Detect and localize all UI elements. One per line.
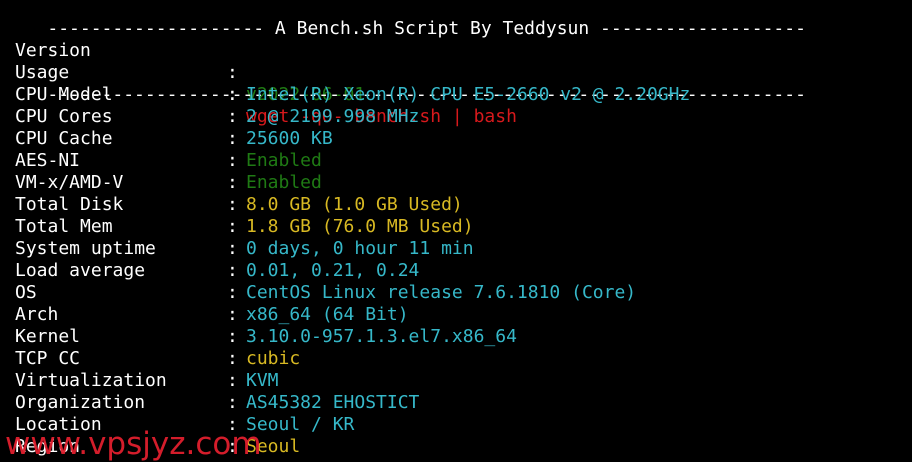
row-value: x86_64 (64 Bit): [246, 304, 409, 325]
header-line: -------------------- A Bench.sh Script B…: [4, 0, 806, 39]
info-row-total-disk: Total Disk:8.0 GB (1.0 GB Used): [4, 194, 904, 216]
row-label: Arch: [15, 304, 59, 325]
info-row-total-mem: Total Mem:1.8 GB (76.0 MB Used): [4, 216, 904, 238]
row-label: CPU Cores: [15, 106, 113, 127]
row-separator: :: [227, 392, 238, 413]
row-value: 25600 KB: [246, 128, 333, 149]
info-row-vm-x-amd-v: VM-x/AMD-V: Enabled: [4, 172, 904, 194]
row-label: System uptime: [15, 238, 156, 259]
row-value: 1.8 GB (76.0 MB Used): [246, 216, 474, 237]
info-row-version: Version : v2022-06-01: [4, 18, 904, 105]
row-label: AES-NI: [15, 150, 81, 171]
row-separator: :: [227, 128, 238, 149]
row-value: 2 @ 2199.998 MHz: [246, 106, 420, 127]
info-row-virtualization: Virtualization: KVM: [4, 370, 904, 392]
row-separator: :: [227, 172, 238, 193]
row-value: 3.10.0-957.1.3.el7.x86_64: [246, 326, 517, 347]
row-value: 8.0 GB (1.0 GB Used): [246, 194, 463, 215]
row-label: Total Mem: [15, 216, 113, 237]
row-label: Kernel: [15, 326, 81, 347]
row-label: Load average: [15, 260, 146, 281]
info-row-arch: Arch: x86_64 (64 Bit): [4, 304, 904, 326]
row-separator: :: [227, 282, 238, 303]
info-row-usage: Usage : wget -qO- bench.sh | bash: [4, 40, 904, 127]
row-label: CPU Cache: [15, 128, 113, 149]
info-row-cpu-model: CPU Model: Intel(R) Xeon(R) CPU E5-2660 v…: [4, 84, 904, 106]
row-value: KVM: [246, 370, 279, 391]
row-separator: :: [227, 260, 238, 281]
info-row-load-average: Load average:0.01, 0.21, 0.24: [4, 260, 904, 282]
row-label: Organization: [15, 392, 146, 413]
info-row-os: OS: CentOS Linux release 7.6.1810 (Core): [4, 282, 904, 304]
row-separator: :: [227, 84, 238, 105]
row-separator: :: [227, 304, 238, 325]
row-separator: :: [227, 326, 238, 347]
row-separator: :: [227, 348, 238, 369]
row-value: 0.01, 0.21, 0.24: [246, 260, 420, 281]
info-row-cpu-cores: CPU Cores:2 @ 2199.998 MHz: [4, 106, 904, 128]
row-value: Seoul / KR: [246, 414, 355, 435]
info-row-kernel: Kernel:3.10.0-957.1.3.el7.x86_64: [4, 326, 904, 348]
row-label: VM-x/AMD-V: [15, 172, 124, 193]
row-label: Total Disk: [15, 194, 124, 215]
row-value: Enabled: [246, 150, 322, 171]
row-separator: :: [227, 370, 238, 391]
row-separator: :: [227, 238, 238, 259]
info-row-aes-ni: AES-NI: Enabled: [4, 150, 904, 172]
row-value: AS45382 EHOSTICT: [246, 392, 420, 413]
row-separator: :: [227, 194, 238, 215]
row-value: Intel(R) Xeon(R) CPU E5-2660 v2 @ 2.20GH…: [246, 84, 691, 105]
terminal-window[interactable]: -------------------- A Bench.sh Script B…: [0, 0, 912, 462]
row-value: 0 days, 0 hour 11 min: [246, 238, 474, 259]
divider-line: ----------------------------------------…: [4, 62, 806, 105]
row-separator: :: [227, 150, 238, 171]
row-label: TCP CC: [15, 348, 81, 369]
row-value: cubic: [246, 348, 301, 369]
row-label: CPU Model: [15, 84, 113, 105]
row-value: Enabled: [246, 172, 322, 193]
info-row-system-uptime: System uptime:0 days, 0 hour 11 min: [4, 238, 904, 260]
row-value: CentOS Linux release 7.6.1810 (Core): [246, 282, 637, 303]
site-watermark: www.vpsjyz.com: [5, 426, 262, 462]
info-row-cpu-cache: CPU Cache:25600 KB: [4, 128, 904, 150]
row-label: Virtualization: [15, 370, 167, 391]
row-label: OS: [15, 282, 37, 303]
row-separator: :: [227, 216, 238, 237]
info-row-organization: Organization: AS45382 EHOSTICT: [4, 392, 904, 414]
row-separator: :: [227, 106, 238, 127]
info-row-tcp-cc: TCP CC: cubic: [4, 348, 904, 370]
